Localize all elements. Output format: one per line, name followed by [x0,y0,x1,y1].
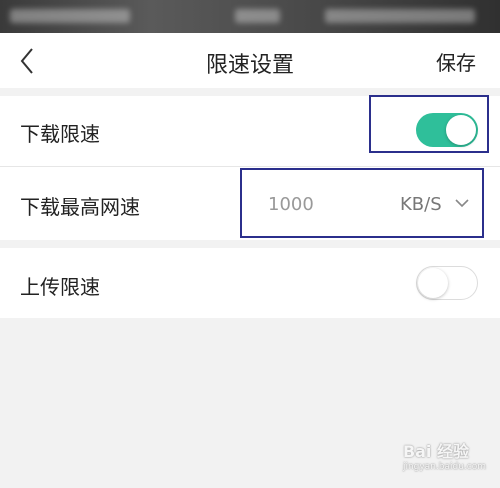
upload-limit-toggle[interactable] [416,266,478,300]
nav-bar: 限速设置 保存 [0,33,500,88]
upload-limit-row: 上传限速 [0,248,500,318]
watermark-brand: Bai 经验 [402,442,469,461]
watermark-url: jingyan.baidu.com [402,462,486,472]
upload-limit-label: 上传限速 [20,275,100,299]
watermark-logo: Bai 经验 jingyan.baidu.com [403,438,486,472]
page-title: 限速设置 [205,53,294,78]
speed-unit-value: KB/S [400,194,442,215]
download-limit-row: 下载限速 [0,96,500,166]
toggle-knob [418,268,448,298]
status-bar [0,0,500,33]
status-bar-blurred-time [235,9,280,23]
max-download-speed-label: 下载最高网速 [20,195,140,219]
status-bar-blurred-indicators [325,9,475,23]
status-bar-blurred-info [10,9,130,23]
download-limit-label: 下载限速 [20,122,100,146]
chevron-down-icon[interactable] [454,197,470,209]
max-download-speed-row: 下载最高网速 1000 KB/S [0,167,500,240]
save-button[interactable]: 保存 [436,47,476,76]
toggle-knob [446,115,476,145]
download-limit-toggle[interactable] [416,113,478,147]
max-download-speed-input[interactable]: 1000 [268,194,314,215]
speed-unit-select[interactable]: KB/S [400,194,442,215]
